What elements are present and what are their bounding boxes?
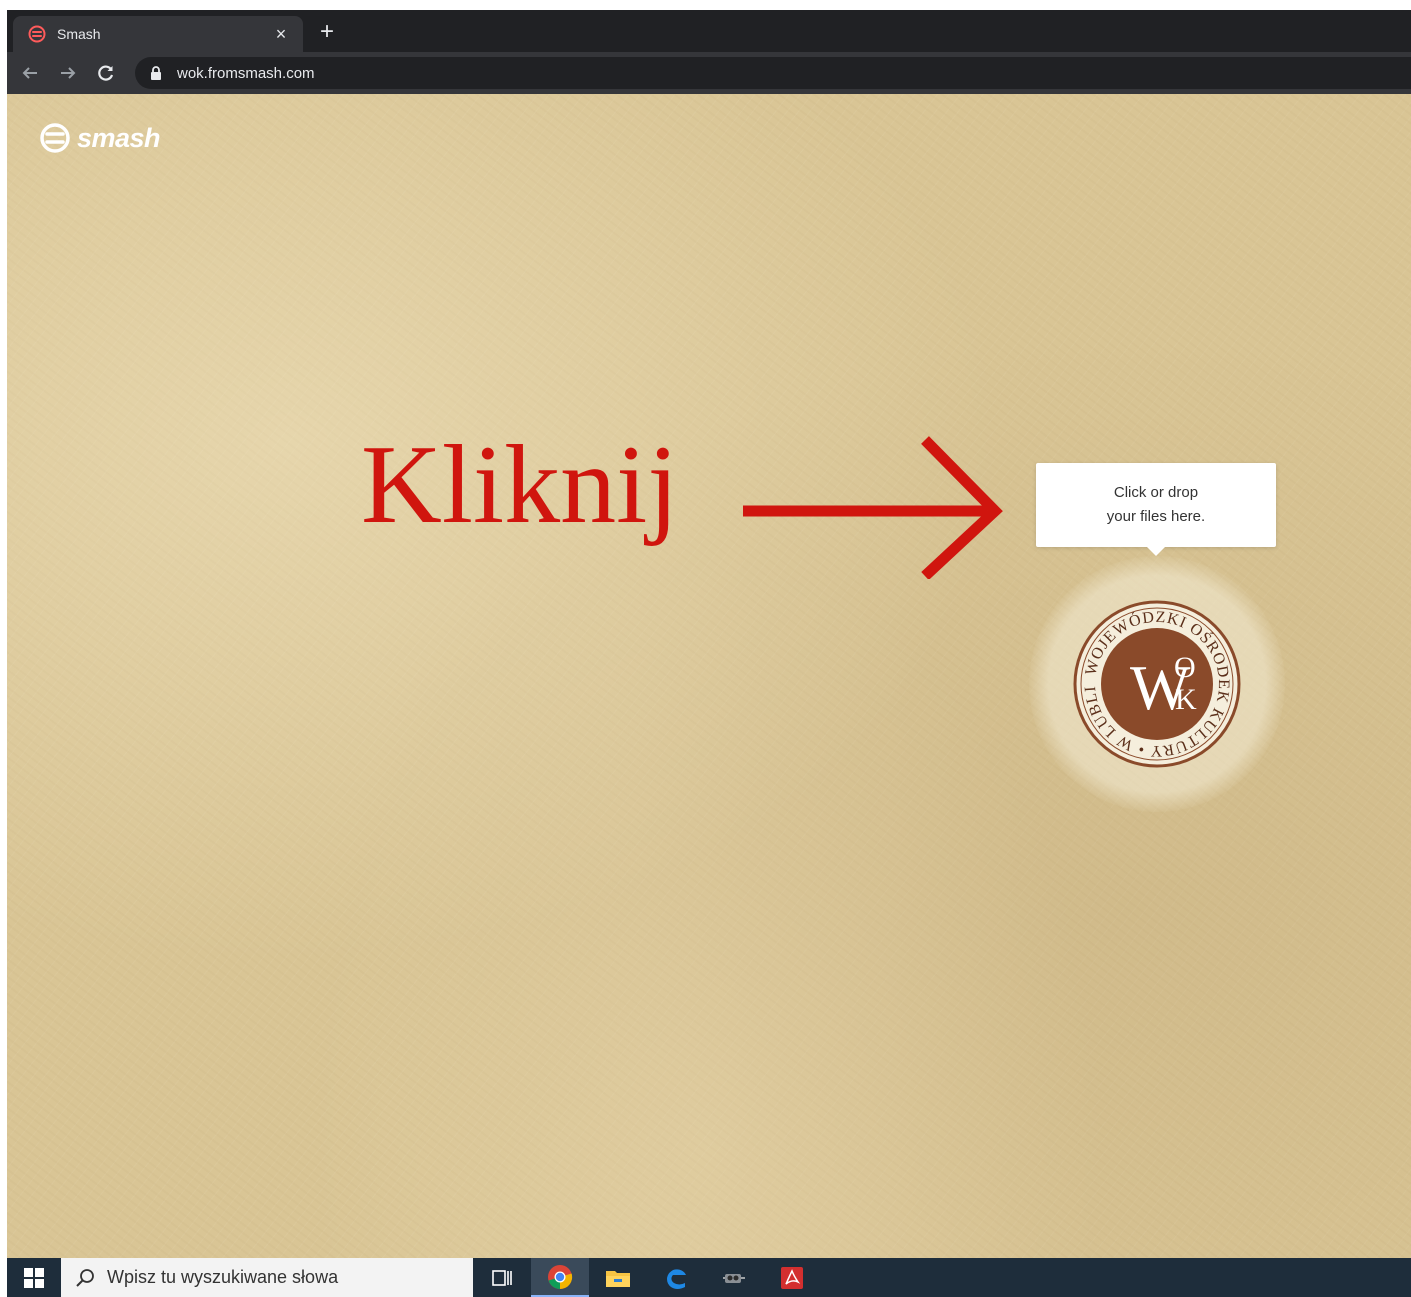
file-explorer-icon [606,1270,630,1287]
tab-smash[interactable]: Smash × [13,16,303,52]
taskbar-search-placeholder: Wpisz tu wyszukiwane słowa [107,1267,339,1287]
chrome-taskbar-button[interactable] [531,1258,589,1297]
chrome-icon [548,1264,573,1289]
reload-icon [98,65,114,81]
wok-seal-logo: WOJEWÓDZKI OŚRODEK KULTURY • W LUBLINIE … [1072,599,1241,768]
back-arrow-icon [22,67,37,79]
windows-taskbar: Wpisz tu wyszukiwane słowa [7,1258,1411,1297]
task-view-button[interactable] [473,1258,531,1297]
tab-close-icon[interactable]: × [271,24,291,45]
reload-button[interactable] [91,58,121,88]
file-explorer-button[interactable] [589,1258,647,1297]
page-content: smash Kliknij Click or drop your files h… [7,94,1411,1258]
taskbar-search-box[interactable]: Wpisz tu wyszukiwane słowa [61,1258,473,1297]
start-button[interactable] [7,1258,61,1297]
annotation-arrow-icon [743,436,1003,579]
seal-monogram-o: O [1174,651,1196,684]
edge-icon [667,1268,686,1289]
lock-icon [149,66,163,80]
back-button[interactable] [15,58,45,88]
search-icon [76,1268,94,1287]
acrobat-button[interactable] [763,1258,821,1297]
tooltip-line-1: Click or drop [1113,484,1199,501]
windows-start-icon [24,1267,44,1288]
mixer-app-button[interactable] [705,1258,763,1297]
tab-title: Smash [57,26,101,42]
seal-monogram-k: K [1175,683,1197,716]
logo-text: smash [77,122,161,153]
forward-arrow-icon [61,67,76,79]
smash-logo[interactable]: smash [39,122,161,154]
browser-window: Smash × + wok.fromsmash.com smash Klikni… [7,10,1411,1297]
dropzone-tooltip: Click or drop your files here. [1036,463,1276,556]
browser-toolbar: wok.fromsmash.com [7,52,1411,94]
mixer-icon [723,1273,745,1283]
acrobat-icon [781,1266,803,1289]
address-bar[interactable]: wok.fromsmash.com [135,57,1411,89]
smash-logo-icon [40,123,70,153]
tab-strip: Smash × + [7,10,1411,52]
url-text: wok.fromsmash.com [177,64,315,82]
smash-favicon-icon [27,24,47,44]
task-view-icon [492,1269,512,1286]
edge-button[interactable] [647,1258,705,1297]
file-dropzone[interactable]: WOJEWÓDZKI OŚRODEK KULTURY • W LUBLINIE … [1029,556,1285,812]
new-tab-button[interactable]: + [313,18,341,46]
tooltip-tail [1146,546,1166,556]
annotation-kliknij: Kliknij [361,423,679,547]
tooltip-line-2: your files here. [1106,508,1206,525]
forward-button[interactable] [53,58,83,88]
